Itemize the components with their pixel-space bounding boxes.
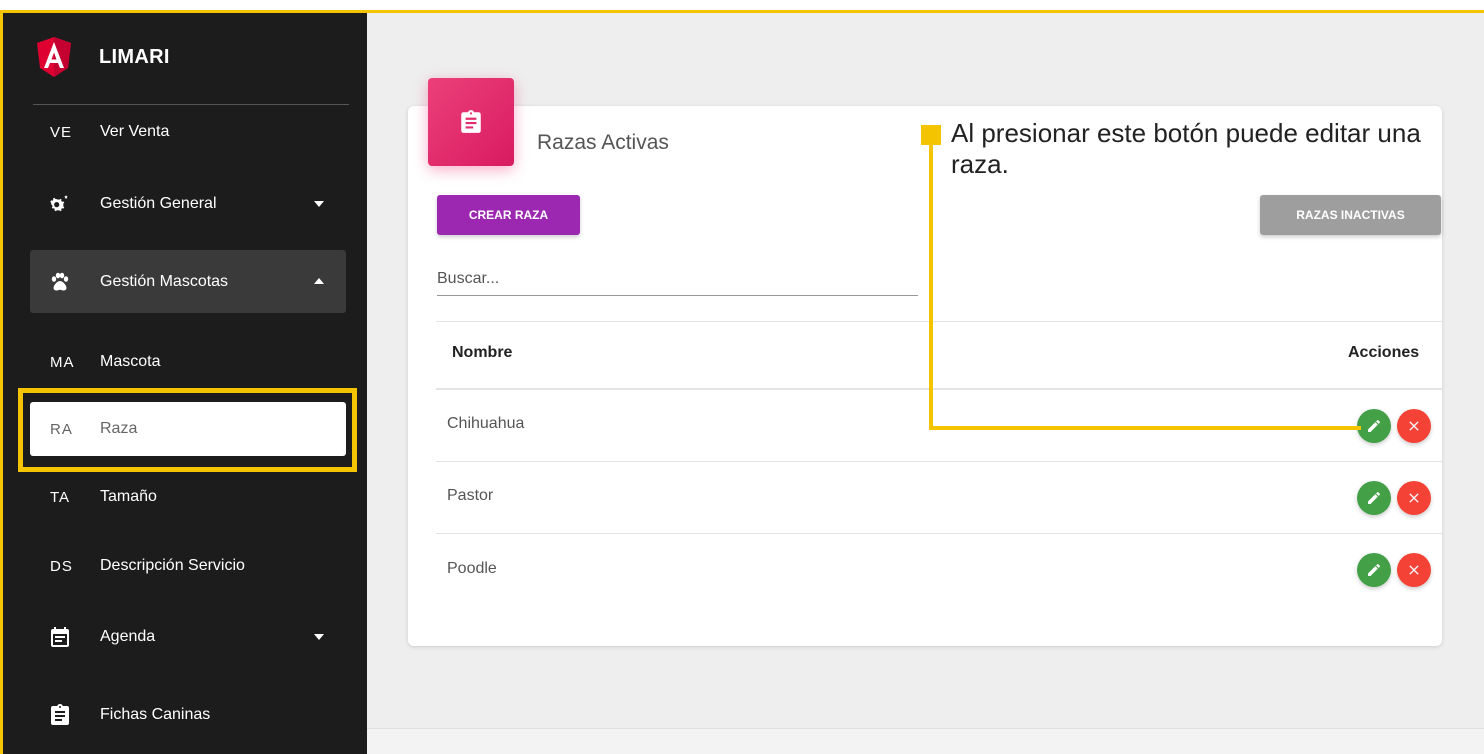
pencil-icon — [1368, 419, 1381, 432]
sidebar-item-tamano[interactable]: TA Tamaño — [30, 470, 346, 524]
search-input[interactable] — [437, 262, 918, 296]
delete-button[interactable] — [1397, 409, 1431, 443]
sidebar-item-label: Gestión General — [100, 195, 217, 212]
sidebar-item-label: Gestión Mascotas — [100, 272, 229, 290]
sidebar-item-abbr: TA — [50, 488, 71, 506]
edit-button[interactable] — [1357, 553, 1391, 587]
sidebar-item-abbr: DS — [50, 557, 73, 575]
close-icon — [1409, 493, 1419, 503]
sidebar-item-label: Mascota — [100, 353, 161, 370]
sidebar-item-abbr: RA — [50, 420, 73, 438]
callout-line-horizontal — [929, 426, 1361, 430]
sidebar-item-label: Agenda — [100, 628, 156, 645]
close-icon — [1409, 421, 1419, 431]
sidebar-item-label: Ver Venta — [100, 123, 170, 140]
table-row-divider — [436, 533, 1442, 534]
sidebar-item-label: Fichas Caninas — [100, 706, 211, 723]
card-title: Razas Activas — [537, 131, 669, 154]
table-row-divider — [436, 461, 1442, 462]
chevron-down-icon — [314, 201, 324, 207]
sidebar-item-ver-venta[interactable]: VE Ver Venta — [30, 105, 346, 159]
gears-icon — [30, 192, 100, 216]
sidebar-item-gestion-general[interactable]: Gestión General — [30, 177, 346, 231]
inactive-razas-button[interactable]: RAZAS INACTIVAS — [1260, 195, 1441, 235]
chevron-up-icon — [314, 278, 324, 284]
table-divider — [436, 321, 1442, 322]
sidebar-item-label: Descripción Servicio — [100, 557, 245, 574]
table-header-divider — [436, 388, 1442, 390]
brand-name: LIMARI — [99, 45, 170, 68]
sidebar-item-mascota[interactable]: MA Mascota — [30, 335, 346, 389]
table-row-name: Chihuahua — [447, 415, 525, 432]
callout-text: Al presionar este botón puede editar una… — [951, 118, 1421, 179]
pencil-icon — [1368, 491, 1381, 504]
edit-button[interactable] — [1357, 481, 1391, 515]
delete-button[interactable] — [1397, 481, 1431, 515]
clipboard-icon — [30, 703, 100, 727]
table-row-name: Pastor — [447, 487, 494, 504]
edit-button[interactable] — [1357, 409, 1391, 443]
calendar-icon — [30, 625, 100, 649]
angular-logo-icon — [37, 37, 71, 77]
sidebar-item-agenda[interactable]: Agenda — [30, 610, 346, 664]
paw-icon — [30, 270, 100, 294]
create-raza-button[interactable]: CREAR RAZA — [437, 195, 580, 235]
footer — [367, 728, 1484, 754]
sidebar-item-fichas-caninas[interactable]: Fichas Caninas — [30, 688, 346, 742]
sidebar-item-label: Tamaño — [100, 488, 157, 505]
sidebar-item-raza[interactable]: RA Raza — [30, 402, 346, 456]
sidebar-item-gestion-mascotas[interactable]: Gestión Mascotas — [30, 250, 346, 313]
chevron-down-icon — [314, 634, 324, 640]
sidebar-item-abbr: VE — [50, 123, 73, 141]
clipboard-icon — [461, 110, 481, 133]
column-header-acciones: Acciones — [1348, 344, 1420, 361]
callout-line-vertical — [929, 137, 933, 430]
table-row-name: Poodle — [447, 560, 497, 577]
razas-card — [408, 106, 1442, 646]
brand[interactable]: LIMARI — [37, 35, 170, 79]
column-header-nombre[interactable]: Nombre — [452, 344, 512, 362]
card-header-icon — [428, 78, 514, 166]
sidebar-item-descripcion-servicio[interactable]: DS Descripción Servicio — [30, 539, 346, 593]
pencil-icon — [1368, 563, 1381, 576]
close-icon — [1409, 565, 1419, 575]
delete-button[interactable] — [1397, 553, 1431, 587]
sidebar-item-label: Raza — [100, 420, 138, 437]
sidebar-item-abbr: MA — [50, 353, 75, 371]
